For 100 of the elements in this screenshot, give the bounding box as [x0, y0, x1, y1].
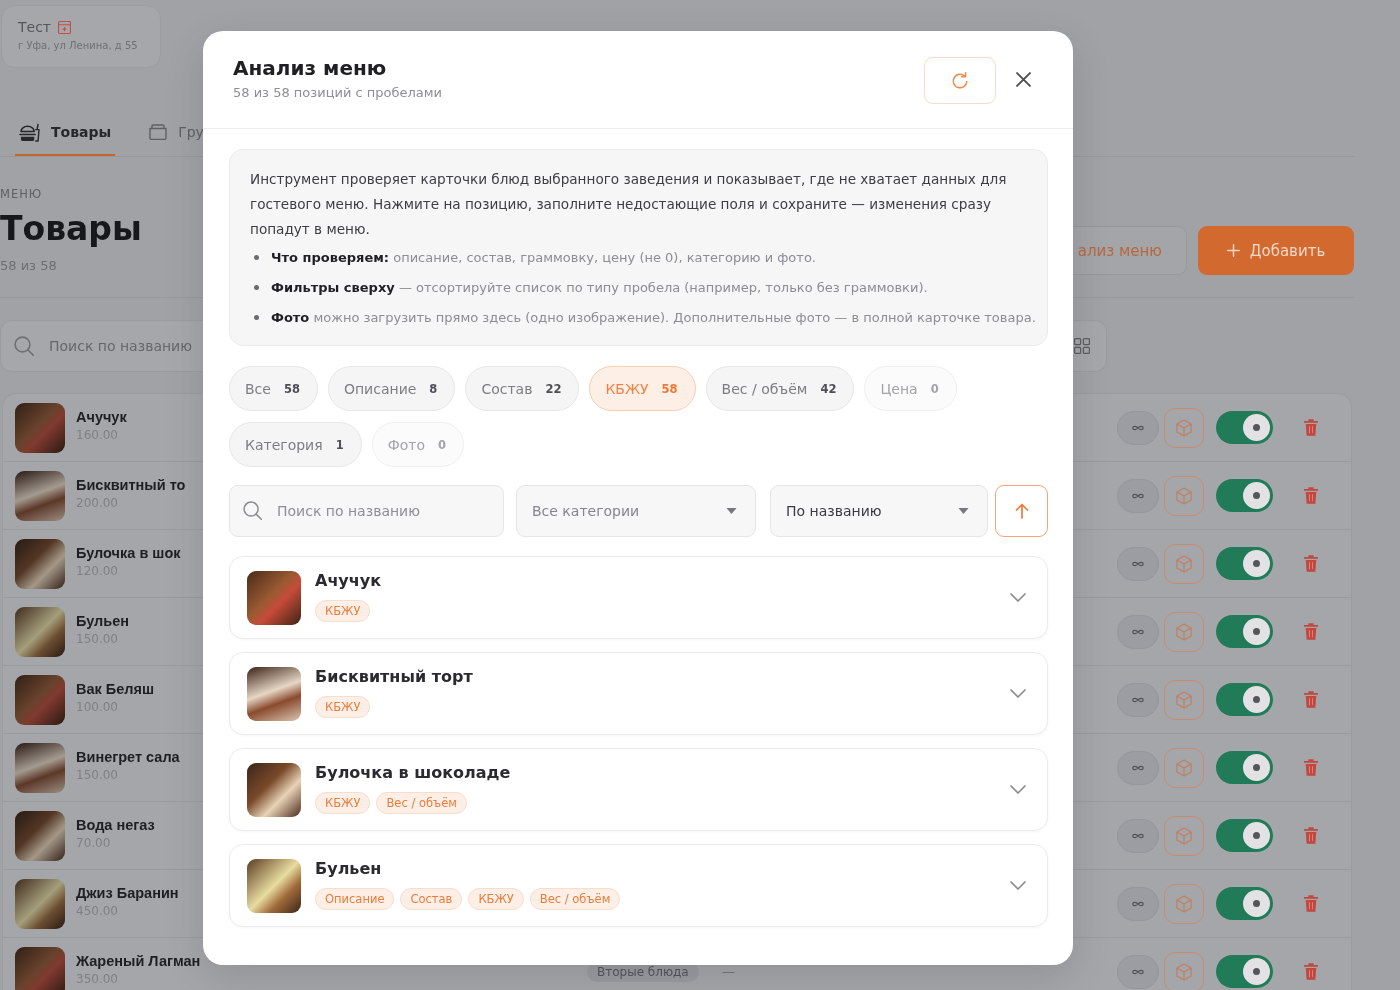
- cube-icon: [1176, 826, 1192, 845]
- item-name: Бисквитный торт: [315, 665, 473, 688]
- photo-placeholder: [247, 858, 301, 913]
- package-button[interactable]: [1164, 815, 1204, 856]
- dialog-subtitle: 58 из 58 позиций с пробелами: [233, 85, 443, 100]
- package-button[interactable]: [1164, 543, 1204, 584]
- missing-field-tag: КБЖУ: [315, 695, 371, 718]
- container-icon: [149, 124, 168, 140]
- infinity-icon: [1132, 492, 1144, 499]
- unlimited-stock-button[interactable]: [1117, 886, 1159, 921]
- issue-card[interactable]: Ачучук КБЖУ: [229, 556, 1048, 639]
- sort-direction-button[interactable]: [995, 485, 1048, 537]
- unlimited-stock-button[interactable]: [1117, 818, 1159, 853]
- infinity-icon: [1132, 560, 1144, 567]
- filter-chip[interactable]: Описание 8: [327, 366, 456, 411]
- photo-placeholder: [247, 762, 301, 817]
- photo-placeholder: [15, 946, 65, 990]
- missing-field-tag: КБЖУ: [468, 887, 524, 910]
- product-name: Вода негаз: [76, 815, 155, 834]
- package-button[interactable]: [1164, 679, 1204, 720]
- unlimited-stock-button[interactable]: [1117, 410, 1159, 445]
- package-button[interactable]: [1164, 747, 1204, 788]
- trash-icon: [1304, 419, 1318, 436]
- search-icon: [243, 501, 262, 520]
- filter-chip[interactable]: Все 58: [229, 366, 318, 411]
- bullet-text: Фильтры сверху — отсортируйте список по типу пробела (например, только без граммовки).: [271, 279, 928, 295]
- empty-value-dash: —: [722, 964, 735, 979]
- missing-field-tag: КБЖУ: [315, 791, 371, 814]
- cube-icon: [1176, 418, 1192, 437]
- filter-chip[interactable]: Категория 1: [229, 422, 362, 467]
- photo-placeholder: [247, 570, 301, 625]
- filter-chip[interactable]: Состав 22: [465, 366, 580, 411]
- tab[interactable]: Товары: [15, 110, 116, 156]
- unlimited-stock-button[interactable]: [1117, 750, 1159, 785]
- issue-card[interactable]: Бисквитный торт КБЖУ: [229, 652, 1048, 735]
- infinity-icon: [1132, 424, 1144, 431]
- grid-view-button[interactable]: [1073, 320, 1107, 372]
- trash-icon: [1304, 691, 1318, 708]
- trash-icon: [1304, 759, 1318, 776]
- product-name: Жареный Лагман: [76, 951, 201, 970]
- missing-field-tag: Вес / объём: [529, 887, 621, 910]
- unlimited-stock-button[interactable]: [1117, 478, 1159, 513]
- trash-icon: [1304, 827, 1318, 844]
- toggle-switch[interactable]: [1216, 615, 1273, 648]
- cube-icon: [1176, 758, 1192, 777]
- grid-icon: [1074, 338, 1090, 354]
- venue-name: Тест: [18, 19, 52, 36]
- page-title: Товары: [0, 209, 142, 249]
- toggle-switch[interactable]: [1216, 819, 1273, 852]
- caret-icon: [958, 508, 969, 514]
- photo-placeholder: [15, 742, 65, 793]
- toggle-switch[interactable]: [1216, 955, 1273, 988]
- package-button[interactable]: [1164, 407, 1204, 448]
- package-button[interactable]: [1164, 611, 1204, 652]
- caret-icon: [726, 508, 737, 514]
- unlimited-stock-button[interactable]: [1117, 614, 1159, 649]
- product-name: Джиз Баранин: [76, 883, 179, 902]
- cube-icon: [1176, 962, 1192, 981]
- issue-card[interactable]: Бульен Описание Состав КБЖУ Вес / объём: [229, 844, 1048, 927]
- toggle-switch[interactable]: [1216, 683, 1273, 716]
- package-button[interactable]: [1164, 883, 1204, 924]
- trash-icon: [1304, 487, 1318, 504]
- photo-placeholder: [15, 402, 65, 453]
- missing-field-tag: КБЖУ: [315, 599, 371, 622]
- item-name: Булочка в шоколаде: [315, 761, 511, 784]
- unlimited-stock-button[interactable]: [1117, 546, 1159, 581]
- bullet-icon: [254, 254, 259, 260]
- trash-icon: [1304, 895, 1318, 912]
- photo-placeholder: [15, 470, 65, 521]
- dialog-title: Анализ меню: [233, 55, 387, 81]
- search-field[interactable]: Поиск по названию: [0, 320, 203, 372]
- bullet-text: Фото можно загрузить прямо здесь (одно изображение). Дополнительные фото — в полной карточке товара.: [271, 309, 1036, 325]
- toggle-switch[interactable]: [1216, 887, 1273, 920]
- dropdown[interactable]: Все категории: [516, 485, 756, 537]
- infinity-icon: [1132, 900, 1144, 907]
- filter-chip[interactable]: Вес / объём 42: [705, 366, 855, 411]
- photo-placeholder: [15, 606, 65, 657]
- package-button[interactable]: [1164, 475, 1204, 516]
- photo-placeholder: [15, 674, 65, 725]
- cube-icon: [1176, 622, 1192, 641]
- item-name: Ачучук: [315, 569, 382, 592]
- toggle-switch[interactable]: [1216, 751, 1273, 784]
- cube-icon: [1176, 690, 1192, 709]
- photo-placeholder: [247, 666, 301, 721]
- unlimited-stock-button[interactable]: [1117, 682, 1159, 717]
- missing-field-tag: Описание: [315, 887, 395, 910]
- issue-card[interactable]: Булочка в шоколаде КБЖУ Вес / объём: [229, 748, 1048, 831]
- photo-placeholder: [15, 878, 65, 929]
- unlimited-stock-button[interactable]: [1117, 954, 1159, 989]
- dropdown[interactable]: По названию: [770, 485, 988, 537]
- infinity-icon: [1132, 628, 1144, 635]
- product-name: Булочка в шок: [76, 543, 181, 562]
- cube-icon: [1176, 554, 1192, 573]
- product-name: Вак Беляш: [76, 679, 155, 698]
- product-name: Ачучук: [76, 407, 127, 426]
- toggle-switch[interactable]: [1216, 547, 1273, 580]
- toggle-switch[interactable]: [1216, 411, 1273, 444]
- missing-field-tag: Вес / объём: [376, 791, 467, 814]
- toggle-switch[interactable]: [1216, 479, 1273, 512]
- refresh-button[interactable]: [924, 57, 996, 104]
